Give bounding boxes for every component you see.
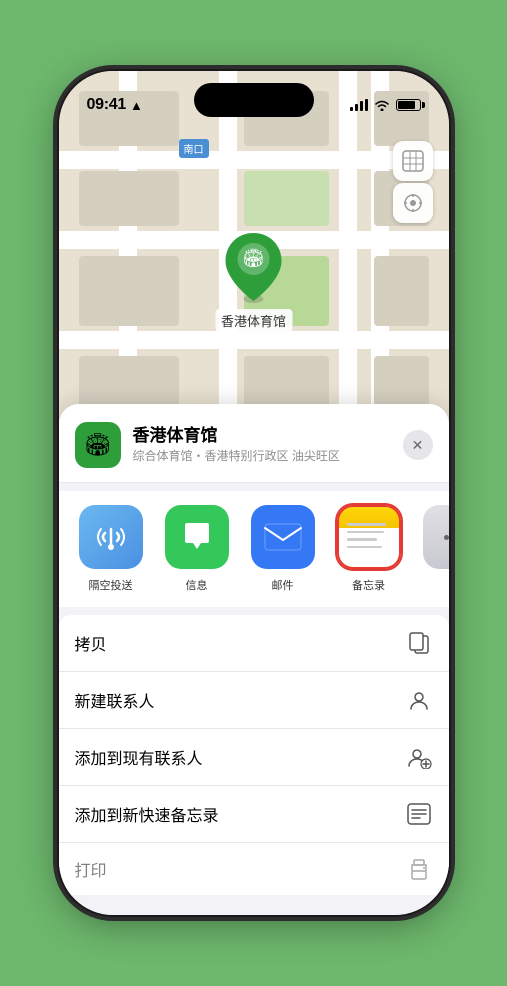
airdrop-icon — [79, 505, 143, 569]
add-contact-icon — [405, 743, 433, 771]
airdrop-label: 隔空投送 — [89, 577, 133, 593]
share-action-messages[interactable]: 信息 — [161, 505, 233, 593]
share-action-notes[interactable]: 备忘录 — [333, 505, 405, 593]
messages-icon — [165, 505, 229, 569]
battery-icon — [396, 99, 421, 111]
menu-items-list: 拷贝 新建联系人 添加到现有联系人 — [59, 615, 449, 895]
place-info: 香港体育馆 综合体育馆・香港特别行政区 油尖旺区 — [133, 426, 391, 465]
location-arrow-icon: ▲ — [130, 98, 143, 113]
copy-label: 拷贝 — [75, 631, 107, 655]
place-name: 香港体育馆 — [133, 426, 391, 446]
location-button[interactable] — [393, 183, 433, 223]
menu-item-add-contact[interactable]: 添加到现有联系人 — [59, 729, 449, 786]
close-button[interactable]: ✕ — [403, 430, 433, 460]
place-header: 🏟 香港体育馆 综合体育馆・香港特别行政区 油尖旺区 ✕ — [59, 404, 449, 483]
more-icon — [423, 505, 449, 569]
notes-icon — [337, 505, 401, 569]
new-contact-icon — [405, 686, 433, 714]
menu-item-copy[interactable]: 拷贝 — [59, 615, 449, 672]
share-action-mail[interactable]: 邮件 — [247, 505, 319, 593]
add-contact-label: 添加到现有联系人 — [75, 745, 203, 769]
share-action-airdrop[interactable]: 隔空投送 — [75, 505, 147, 593]
print-label: 打印 — [75, 857, 107, 881]
bottom-sheet: 🏟 香港体育馆 综合体育馆・香港特别行政区 油尖旺区 ✕ — [59, 404, 449, 915]
status-icons — [350, 99, 421, 111]
place-icon: 🏟 — [75, 422, 121, 468]
menu-item-print[interactable]: 打印 — [59, 843, 449, 895]
marker-label: 香港体育馆 — [215, 309, 292, 332]
print-icon — [405, 855, 433, 883]
svg-text:🏟: 🏟 — [242, 248, 265, 268]
mail-label: 邮件 — [272, 577, 294, 593]
add-notes-icon — [405, 800, 433, 828]
map-controls — [393, 141, 433, 223]
menu-item-add-notes[interactable]: 添加到新快速备忘录 — [59, 786, 449, 843]
place-subtitle: 综合体育馆・香港特别行政区 油尖旺区 — [133, 449, 391, 465]
map-label: 南口 — [179, 139, 209, 158]
copy-icon — [405, 629, 433, 657]
menu-item-new-contact[interactable]: 新建联系人 — [59, 672, 449, 729]
wifi-icon — [374, 99, 390, 111]
map-type-button[interactable] — [393, 141, 433, 181]
phone-frame: 09:41 ▲ — [59, 71, 449, 915]
mail-icon — [251, 505, 315, 569]
notes-label: 备忘录 — [352, 577, 385, 593]
location-marker: 🏟 香港体育馆 — [215, 231, 292, 332]
add-notes-label: 添加到新快速备忘录 — [75, 802, 219, 826]
share-actions-row: 隔空投送 信息 — [59, 491, 449, 607]
messages-label: 信息 — [186, 577, 208, 593]
new-contact-label: 新建联系人 — [75, 688, 155, 712]
share-action-more[interactable]: 推 — [419, 505, 449, 593]
status-time: 09:41 — [87, 96, 126, 114]
signal-bars — [350, 99, 368, 111]
dynamic-island — [194, 83, 314, 117]
